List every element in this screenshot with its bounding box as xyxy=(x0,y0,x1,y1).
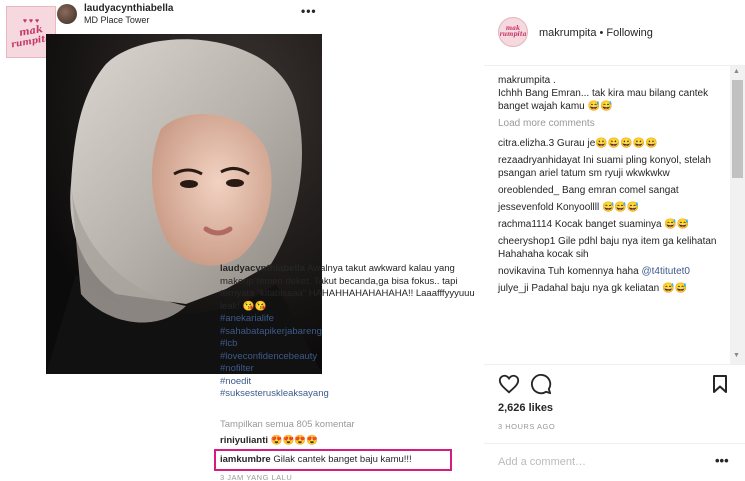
mention-link[interactable]: @t4titutet0 xyxy=(641,266,690,277)
caption-username[interactable]: laudyacynthiabella xyxy=(220,263,305,274)
comment-item: rachma1114 Kocak banget suaminya 😅😅 xyxy=(498,218,730,231)
bookmark-icon[interactable] xyxy=(711,374,729,394)
add-comment-input[interactable]: Add a comment… xyxy=(498,456,586,468)
comment-item: citra.elizha.3 Gurau je😀😀😀😀😀 xyxy=(498,137,730,150)
comment-text: Bang emran comel sangat xyxy=(559,185,679,196)
comment-username[interactable]: rezaadryanhidayat xyxy=(498,155,580,166)
post-caption: laudyacynthiabella Awalnya takut awkward… xyxy=(220,263,480,401)
caption-comment: makrumpita . Ichhh Bang Emran... tak kir… xyxy=(498,74,730,113)
account-username[interactable]: makrumpita xyxy=(539,27,596,39)
comment-item: rezaadryanhidayat Ini suami pling konyol… xyxy=(498,154,730,180)
hashtag-link[interactable]: #suksesteruskleaksayang xyxy=(220,388,480,401)
more-options-icon[interactable]: ••• xyxy=(301,4,317,18)
comment-item: jessevenfold Konyoollll 😅😅😅 xyxy=(498,201,730,214)
scrollbar-thumb[interactable] xyxy=(732,80,743,178)
avatar-text-line2: rumpita xyxy=(499,31,527,38)
post-timestamp: 3 JAM YANG LALU xyxy=(220,473,293,481)
comment-item: riniyulianti 😍😍😍😍 xyxy=(220,435,318,446)
comment-text: Konyoollll 😅😅😅 xyxy=(553,202,640,213)
post-location[interactable]: MD Place Tower xyxy=(84,15,149,25)
like-count[interactable]: 2,626 likes xyxy=(498,402,553,414)
post-actions-area: 2,626 likes 3 HOURS AGO Add a comment… •… xyxy=(484,364,745,481)
comment-username[interactable]: novikavina xyxy=(498,266,545,277)
comment-username[interactable]: oreoblended_ xyxy=(498,185,559,196)
comments-list: makrumpita . Ichhh Bang Emran... tak kir… xyxy=(498,74,730,299)
comment-item: julye_ji Padahal baju nya gk keliatan 😅😅 xyxy=(498,282,730,295)
comment-text: Kocak banget suaminya 😅😅 xyxy=(552,219,690,230)
comment-username[interactable]: cheeryshop1 xyxy=(498,236,555,247)
account-avatar[interactable]: mak rumpita xyxy=(498,17,528,47)
comment-text: Gilak cantek banget baju kamu!!! xyxy=(270,454,412,465)
hashtag-link[interactable]: #nofilter xyxy=(220,363,480,376)
comment-item: oreoblended_ Bang emran comel sangat xyxy=(498,184,730,197)
load-more-comments-link[interactable]: Load more comments xyxy=(498,117,730,130)
comment-username[interactable]: iamkumbre xyxy=(220,454,271,465)
post-author-avatar[interactable] xyxy=(57,4,77,24)
heart-icon[interactable] xyxy=(498,373,520,395)
scroll-up-arrow-icon[interactable]: ▲ xyxy=(733,68,740,75)
add-comment-bar: Add a comment… ••• xyxy=(484,443,745,481)
post-author-username[interactable]: laudyacynthiabella xyxy=(84,3,173,14)
comment-item: novikavina Tuh komennya haha @t4titutet0 xyxy=(498,265,730,278)
comment-text: Tuh komennya haha xyxy=(545,266,642,277)
comment-username[interactable]: citra.elizha.3 xyxy=(498,138,554,149)
hashtag-link[interactable]: #lcb xyxy=(220,338,480,351)
scroll-down-arrow-icon[interactable]: ▼ xyxy=(733,352,740,359)
comment-item: cheeryshop1 Gile pdhl baju nya item ga k… xyxy=(498,235,730,261)
more-options-icon[interactable]: ••• xyxy=(715,453,729,468)
comment-username[interactable]: riniyulianti xyxy=(220,435,268,446)
view-all-comments-link[interactable]: Tampilkan semua 805 komentar xyxy=(220,419,355,430)
hashtag-link[interactable]: #anekarialife xyxy=(220,313,480,326)
comment-text: 😍😍😍😍 xyxy=(268,435,319,446)
instagram-post-screenshot: ♥ ♥ ♥ mak rumpita laudyacynthiabella MD … xyxy=(0,0,484,481)
panel-header: mak rumpita makrumpita • Following xyxy=(484,0,745,66)
comment-username[interactable]: julye_ji xyxy=(498,283,529,294)
comment-text: Gurau je😀😀😀😀😀 xyxy=(554,138,658,149)
comment-bubble-icon[interactable] xyxy=(530,373,552,395)
post-time: 3 HOURS AGO xyxy=(498,422,556,431)
comment-text: Padahal baju nya gk keliatan 😅😅 xyxy=(528,283,687,294)
hashtag-link[interactable]: #loveconfidencebeauty xyxy=(220,351,480,364)
comment-username[interactable]: makrumpita xyxy=(498,75,550,86)
hashtag-link[interactable]: #sahabatapikerjabareng xyxy=(220,326,480,339)
comment-username[interactable]: rachma1114 xyxy=(498,219,552,230)
account-name-row: makrumpita • Following xyxy=(539,27,653,39)
comment-username[interactable]: jessevenfold xyxy=(498,202,554,213)
hashtag-link[interactable]: #noedit xyxy=(220,376,480,389)
follow-status[interactable]: • Following xyxy=(596,27,653,39)
highlighted-comment: iamkumbre Gilak cantek banget baju kamu!… xyxy=(220,454,412,465)
